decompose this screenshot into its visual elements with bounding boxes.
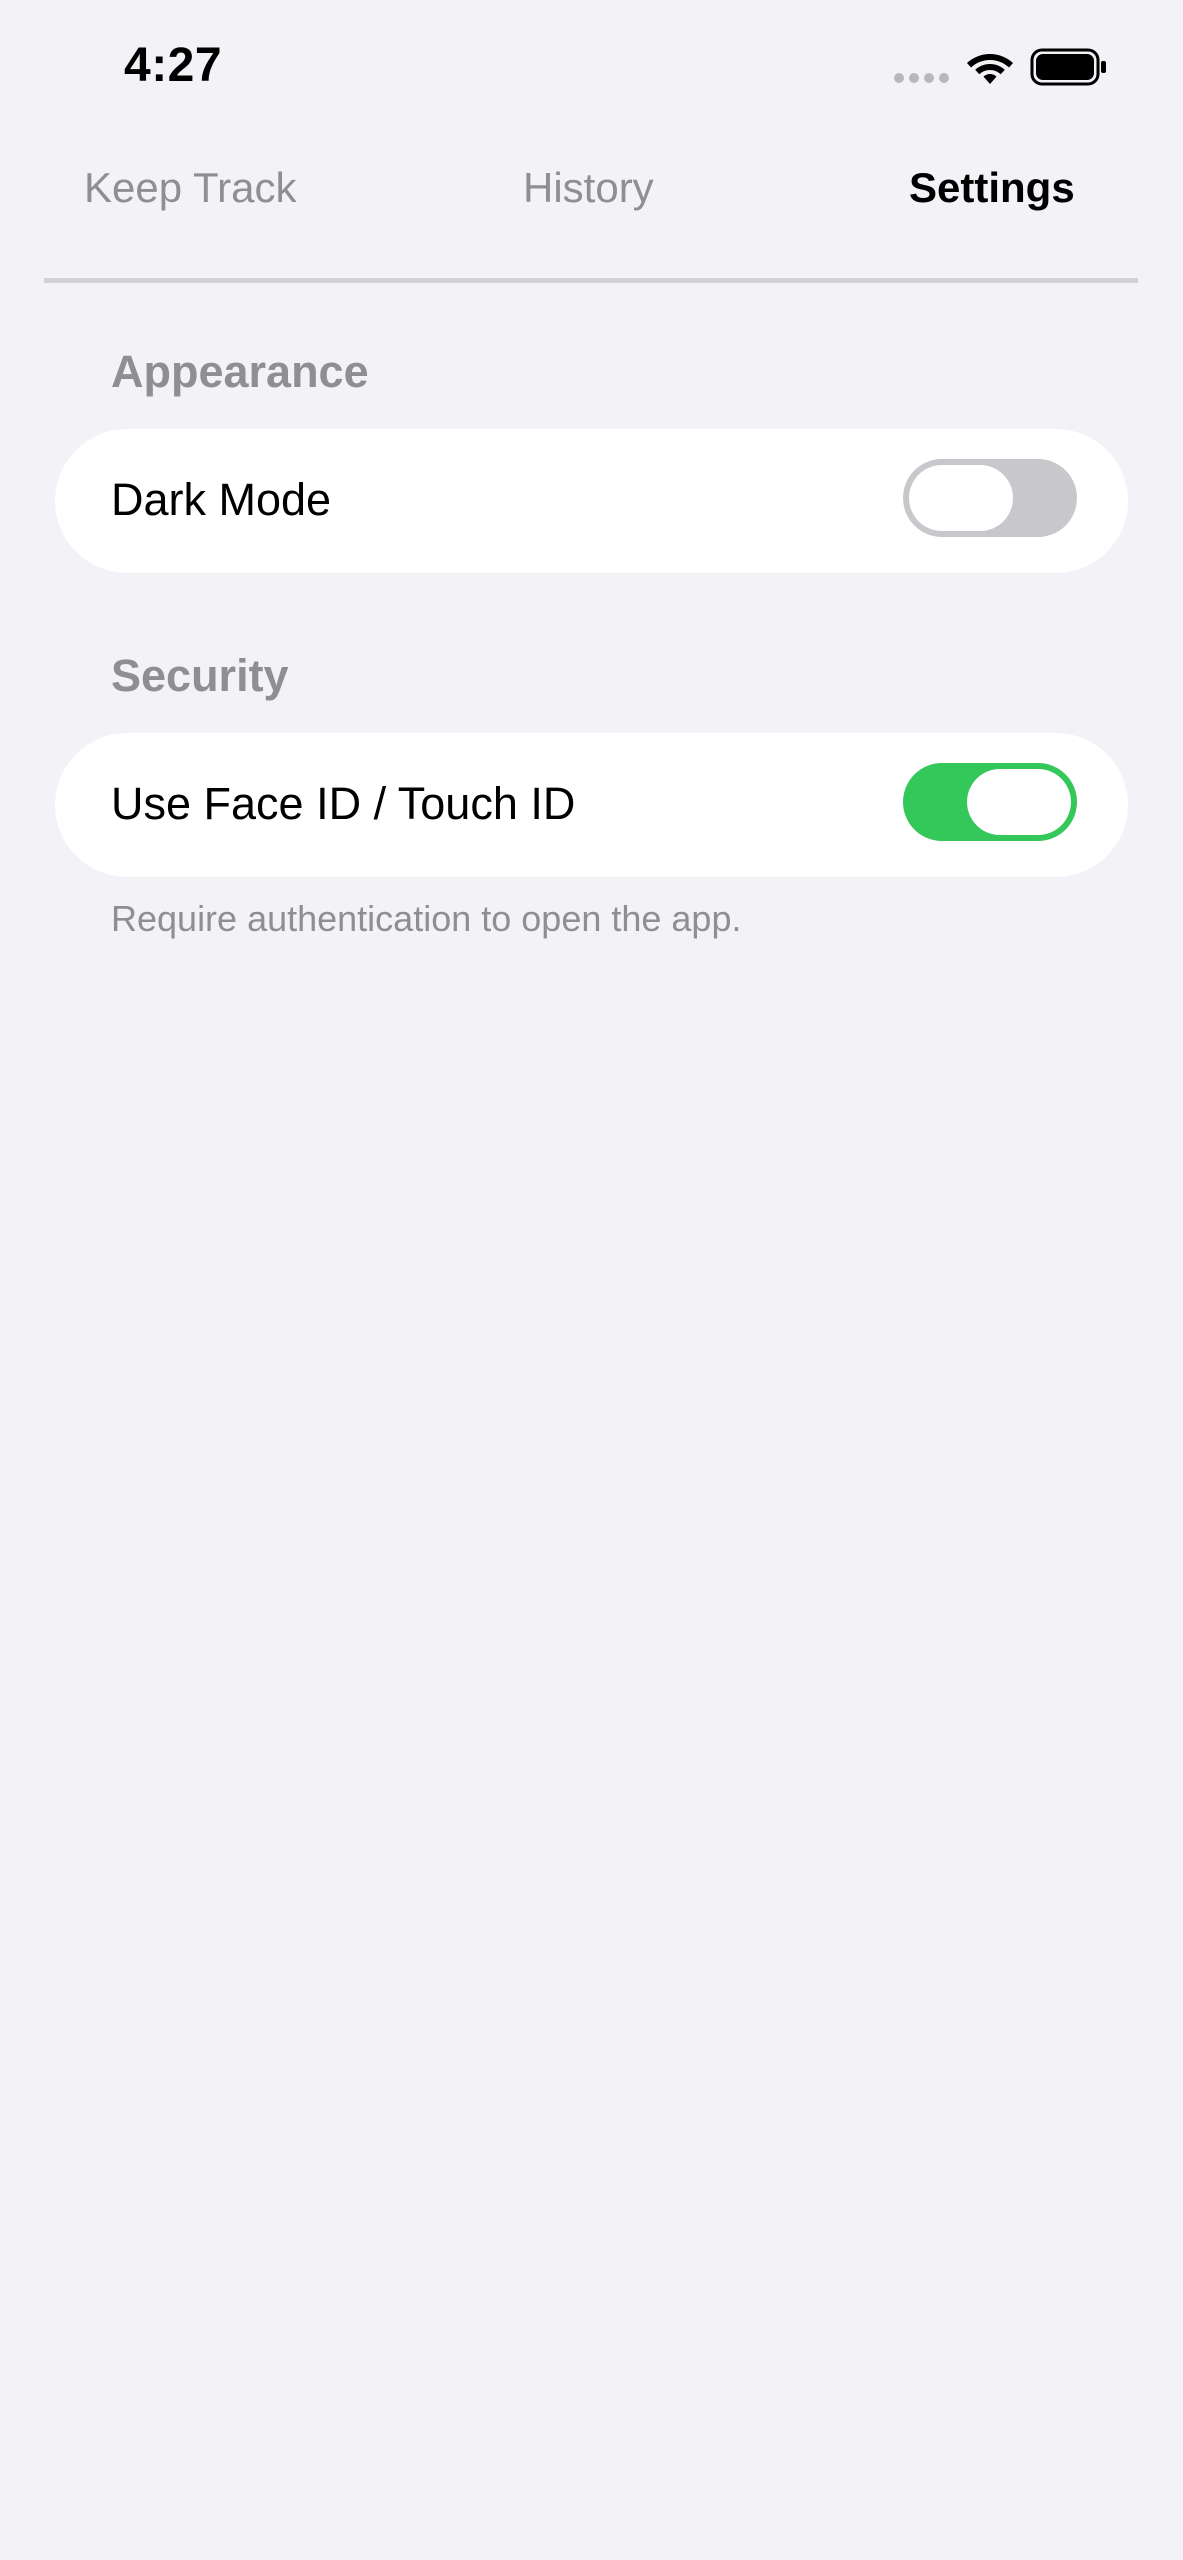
toggle-knob [967, 769, 1071, 835]
face-id-label: Use Face ID / Touch ID [111, 778, 576, 829]
appearance-section-header: Appearance [111, 346, 369, 397]
toggle-knob [909, 465, 1013, 531]
wifi-icon [967, 54, 1013, 84]
face-id-toggle[interactable] [903, 763, 1077, 841]
battery-icon [1030, 48, 1106, 86]
security-section-header: Security [111, 650, 289, 701]
cellular-signal-icon [894, 73, 950, 83]
status-time: 4:27 [124, 39, 223, 92]
tab-settings[interactable]: Settings [909, 164, 1075, 212]
dark-mode-row: Dark Mode [55, 429, 1128, 573]
top-tab-bar: Keep Track History Settings [44, 150, 1138, 284]
tab-history[interactable]: History [523, 164, 654, 212]
tab-bar-divider [44, 278, 1138, 283]
status-bar: 4:27 [0, 0, 1183, 130]
tab-keep-track[interactable]: Keep Track [84, 164, 296, 212]
dark-mode-toggle[interactable] [903, 459, 1077, 537]
security-footnote: Require authentication to open the app. [111, 898, 742, 939]
dark-mode-label: Dark Mode [111, 474, 332, 525]
face-id-row: Use Face ID / Touch ID [55, 733, 1128, 877]
